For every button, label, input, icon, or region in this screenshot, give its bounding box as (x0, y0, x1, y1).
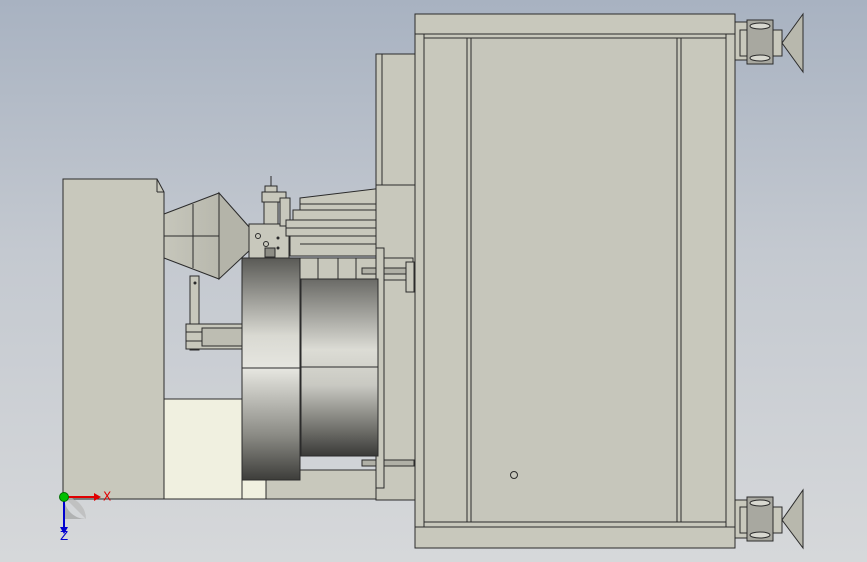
y-axis-point (59, 492, 69, 502)
caster-bottom (734, 488, 804, 550)
feed-arm (185, 275, 243, 351)
drum (241, 257, 379, 481)
z-axis-label: Z (60, 529, 68, 543)
coordinate-triad: X Z (59, 490, 111, 543)
hopper (163, 191, 251, 281)
cad-viewport[interactable]: X Z (0, 0, 867, 562)
left-cabinet (62, 178, 165, 500)
cad-drawing[interactable]: X Z (0, 0, 867, 562)
top-mechanism (248, 176, 291, 259)
main-cabinet (414, 13, 736, 549)
x-axis-label: X (103, 490, 111, 504)
caster-top (734, 12, 804, 74)
